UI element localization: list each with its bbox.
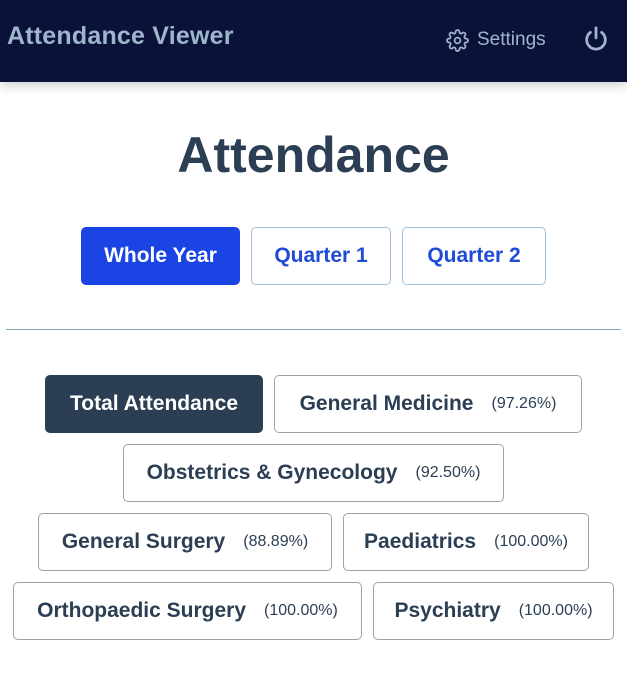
tab-label: Quarter 2 (427, 244, 521, 267)
dept-percent: (97.26%) (491, 395, 557, 412)
power-button[interactable] (582, 25, 610, 53)
dept-name: Total Attendance (69, 392, 238, 415)
settings-button[interactable]: Settings (446, 26, 546, 54)
divider (6, 329, 621, 330)
dept-general-medicine[interactable]: General Medicine (97.26%) (274, 375, 582, 433)
dept-name: Psychiatry (394, 599, 501, 622)
tab-whole-year[interactable]: Whole Year (81, 227, 240, 285)
top-bar: Attendance Viewer Settings (0, 0, 627, 82)
dept-paediatrics[interactable]: Paediatrics (100.00%) (343, 513, 589, 571)
tab-quarter-1[interactable]: Quarter 1 (251, 227, 391, 285)
dept-percent: (100.00%) (518, 602, 593, 619)
dept-percent: (88.89%) (243, 533, 309, 550)
dept-percent: (92.50%) (415, 464, 481, 481)
gear-icon (446, 28, 477, 52)
tab-label: Quarter 1 (274, 244, 368, 267)
dept-percent: (100.00%) (494, 533, 568, 550)
page-title: Attendance (177, 127, 450, 183)
dept-orthopaedic-surgery[interactable]: Orthopaedic Surgery (100.00%) (13, 582, 362, 640)
settings-label: Settings (477, 29, 546, 50)
dept-name: Orthopaedic Surgery (37, 599, 247, 622)
dept-psychiatry[interactable]: Psychiatry (100.00%) (373, 582, 614, 640)
dept-general-surgery[interactable]: General Surgery (88.89%) (38, 513, 332, 571)
tab-label: Whole Year (104, 244, 217, 267)
power-icon (582, 26, 610, 57)
tab-quarter-2[interactable]: Quarter 2 (402, 227, 546, 285)
dept-total-attendance[interactable]: Total Attendance (45, 375, 263, 433)
dept-name: General Surgery (61, 530, 226, 553)
app-title: Attendance Viewer (7, 22, 234, 50)
dept-name: Paediatrics (364, 530, 477, 553)
dept-name: Obstetrics & Gynecology (146, 461, 398, 484)
dept-percent: (100.00%) (264, 602, 338, 619)
dept-name: General Medicine (299, 392, 474, 415)
dept-obstetrics-gynecology[interactable]: Obstetrics & Gynecology (92.50%) (123, 444, 504, 502)
